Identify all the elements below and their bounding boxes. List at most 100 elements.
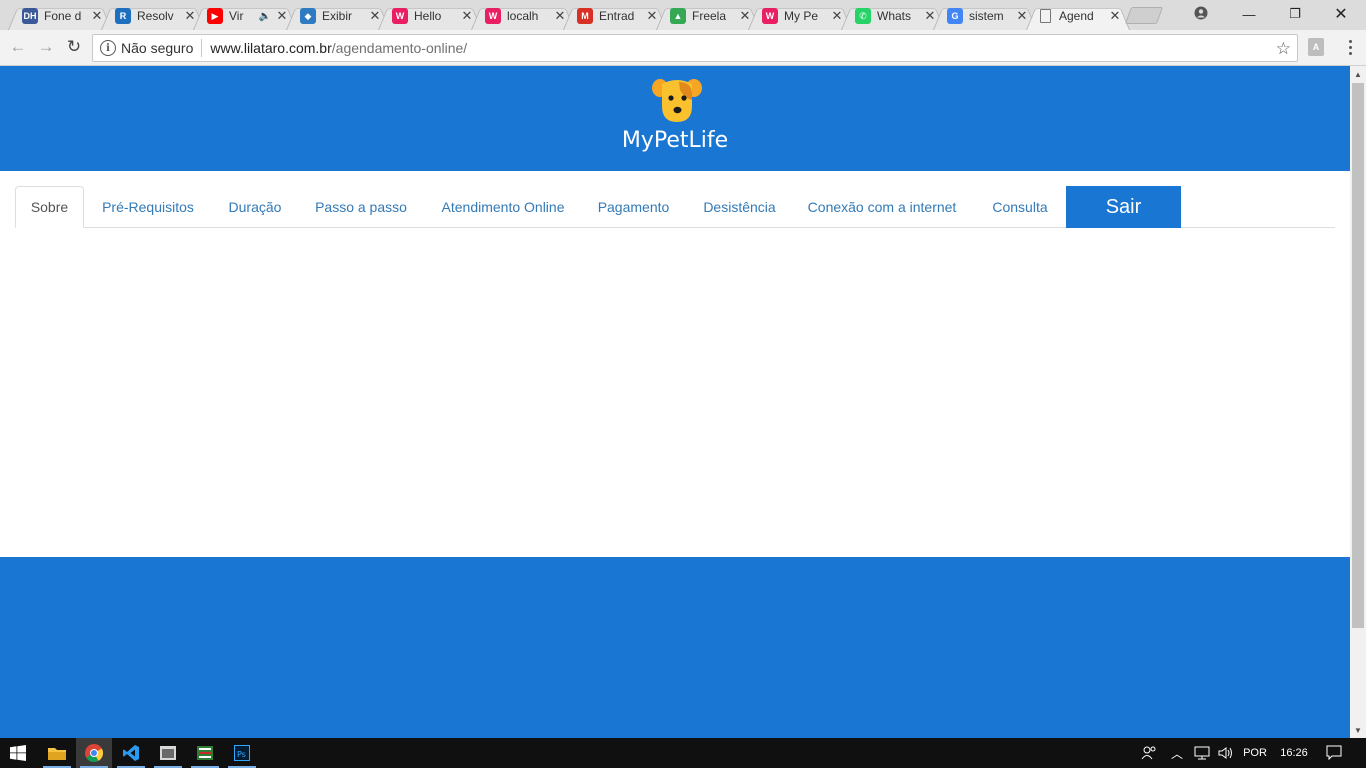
tab-conexao[interactable]: Conexão com a internet [797,186,967,228]
bookmark-star-icon[interactable]: ☆ [1276,39,1291,59]
stack-icon: R [115,8,131,24]
tab-pagamento[interactable]: Pagamento [586,186,681,228]
browser-tab-title: localh [507,9,539,23]
close-tab-icon[interactable]: ✕ [1015,8,1029,24]
youtube-icon: ▶ [207,8,223,24]
wix-icon: W [485,8,501,24]
svg-text:Ps: Ps [237,750,246,759]
page-viewport: MyPetLife Sobre Pré-Requisitos Duração P… [0,66,1350,738]
chrome-icon[interactable] [76,738,112,768]
network-icon[interactable] [1192,738,1212,768]
browser-tab-title: Whats [877,9,912,23]
page-scrollbar[interactable]: ▲ ▼ [1350,66,1366,738]
browser-tab[interactable]: ◆ Exibir ✕ [286,2,390,30]
browser-tab-title: Fone d [44,9,82,23]
tab-duracao[interactable]: Duração [215,186,295,228]
browser-tab-title: Freela [692,9,727,23]
scrollbar-thumb[interactable] [1352,83,1364,628]
dog-logo-icon[interactable] [652,76,702,124]
pdf-extension-icon[interactable]: A [1308,38,1324,56]
box-icon: ◆ [300,8,316,24]
browser-tab-title: sistem [969,9,1004,23]
browser-tab-title: Vir [229,9,244,23]
browser-menu-icon[interactable] [1342,38,1358,56]
windows-start-icon[interactable] [0,738,36,768]
new-tab-button[interactable] [1124,7,1164,24]
tab-consulta[interactable]: Consulta [980,186,1060,228]
brand-title[interactable]: MyPetLife [0,128,1350,153]
audio-playing-icon[interactable]: 🔈 [259,11,271,22]
browser-tab[interactable]: ▲ Freela ✕ [656,2,760,30]
browser-tab-title: My Pe [784,9,819,23]
close-tab-icon[interactable]: ✕ [183,8,197,24]
notification-center-icon[interactable] [1322,738,1346,768]
scroll-up-icon[interactable]: ▲ [1350,66,1366,82]
tab-atendimento-online[interactable]: Atendimento Online [428,186,578,228]
close-tab-icon[interactable]: ✕ [460,8,474,24]
volume-icon[interactable] [1216,738,1236,768]
file-explorer-icon[interactable] [39,738,75,768]
scroll-down-icon[interactable]: ▼ [1350,722,1366,738]
wix-icon: W [392,8,408,24]
restore-icon[interactable]: ❐ [1272,0,1318,28]
browser-tab[interactable]: Gsistem ✕ [933,2,1037,30]
logout-button[interactable]: Sair [1066,186,1181,228]
photoshop-icon[interactable]: Ps [224,738,260,768]
browser-tab-title: Hello [414,9,442,23]
close-window-icon[interactable]: ✕ [1318,0,1364,28]
browser-tab[interactable]: M Entrad ✕ [563,2,667,30]
tab-pre-requisitos[interactable]: Pré-Requisitos [91,186,205,228]
browser-tab[interactable]: R Resolv ✕ [101,2,205,30]
browser-tab-title: Resolv [137,9,174,23]
close-tab-icon[interactable]: ✕ [1108,8,1122,24]
forward-icon[interactable]: → [36,37,56,57]
tab-sobre[interactable]: Sobre [15,186,84,228]
vscode-icon[interactable] [113,738,149,768]
google-icon: G [947,8,963,24]
site-footer [0,557,1350,738]
close-tab-icon[interactable]: ✕ [830,8,844,24]
address-bar[interactable]: i Não seguro www.lilataro.com.br/agendam… [92,34,1298,62]
tab-desistencia[interactable]: Desistência [692,186,787,228]
browser-tabstrip: DH Fone d ✕ R Resolv ✕ ▶ Vir 🔈 ✕ ◆ Exibir ✕ W Hello ✕ Wl… [0,0,1366,30]
security-label: Não seguro [121,40,194,56]
windows-taskbar: Ps ︿ POR 16:26 [0,738,1366,768]
url-host: www.lilataro.com.br [210,40,332,56]
close-tab-icon[interactable]: ✕ [90,8,104,24]
browser-toolbar: ← → ↻ i Não seguro www.lilataro.com.br/a… [0,30,1366,66]
notes-app-icon[interactable] [187,738,223,768]
chevron-up-icon[interactable]: ︿ [1168,738,1186,768]
gmail-icon: M [577,8,593,24]
info-icon[interactable]: i [100,40,116,56]
dh-icon: DH [22,8,38,24]
app-window-icon[interactable] [150,738,186,768]
browser-tab[interactable]: W My Pe ✕ [748,2,852,30]
browser-tab[interactable]: ✆ Whats ✕ [841,2,945,30]
browser-tab[interactable]: ▶ Vir 🔈 ✕ [193,2,297,30]
minimize-icon[interactable]: — [1226,0,1272,28]
language-indicator[interactable]: POR [1240,738,1270,768]
browser-tab[interactable]: W Hello ✕ [378,2,482,30]
omnibox-divider [201,39,203,57]
browser-tab[interactable]: DH Fone d ✕ [8,2,112,30]
close-tab-icon[interactable]: ✕ [368,8,382,24]
close-tab-icon[interactable]: ✕ [553,8,567,24]
close-tab-icon[interactable]: ✕ [738,8,752,24]
reload-icon[interactable]: ↻ [64,37,84,57]
browser-tab-title: Agend [1059,9,1094,23]
whatsapp-icon: ✆ [855,8,871,24]
url-path: /agendamento-online/ [331,40,468,56]
browser-tab[interactable]: Agend ✕ [1026,2,1130,30]
tab-passo-a-passo[interactable]: Passo a passo [303,186,419,228]
browser-tab-title: Exibir [322,9,353,23]
close-tab-icon[interactable]: ✕ [923,8,937,24]
close-tab-icon[interactable]: ✕ [275,8,289,24]
wix-icon: W [762,8,778,24]
back-icon[interactable]: ← [8,37,28,57]
profile-icon[interactable] [1192,4,1210,22]
clock[interactable]: 16:26 [1276,738,1312,768]
people-icon[interactable] [1138,738,1160,768]
close-tab-icon[interactable]: ✕ [645,8,659,24]
browser-tab[interactable]: Wlocalh ✕ [471,2,575,30]
site-header: MyPetLife [0,66,1350,171]
